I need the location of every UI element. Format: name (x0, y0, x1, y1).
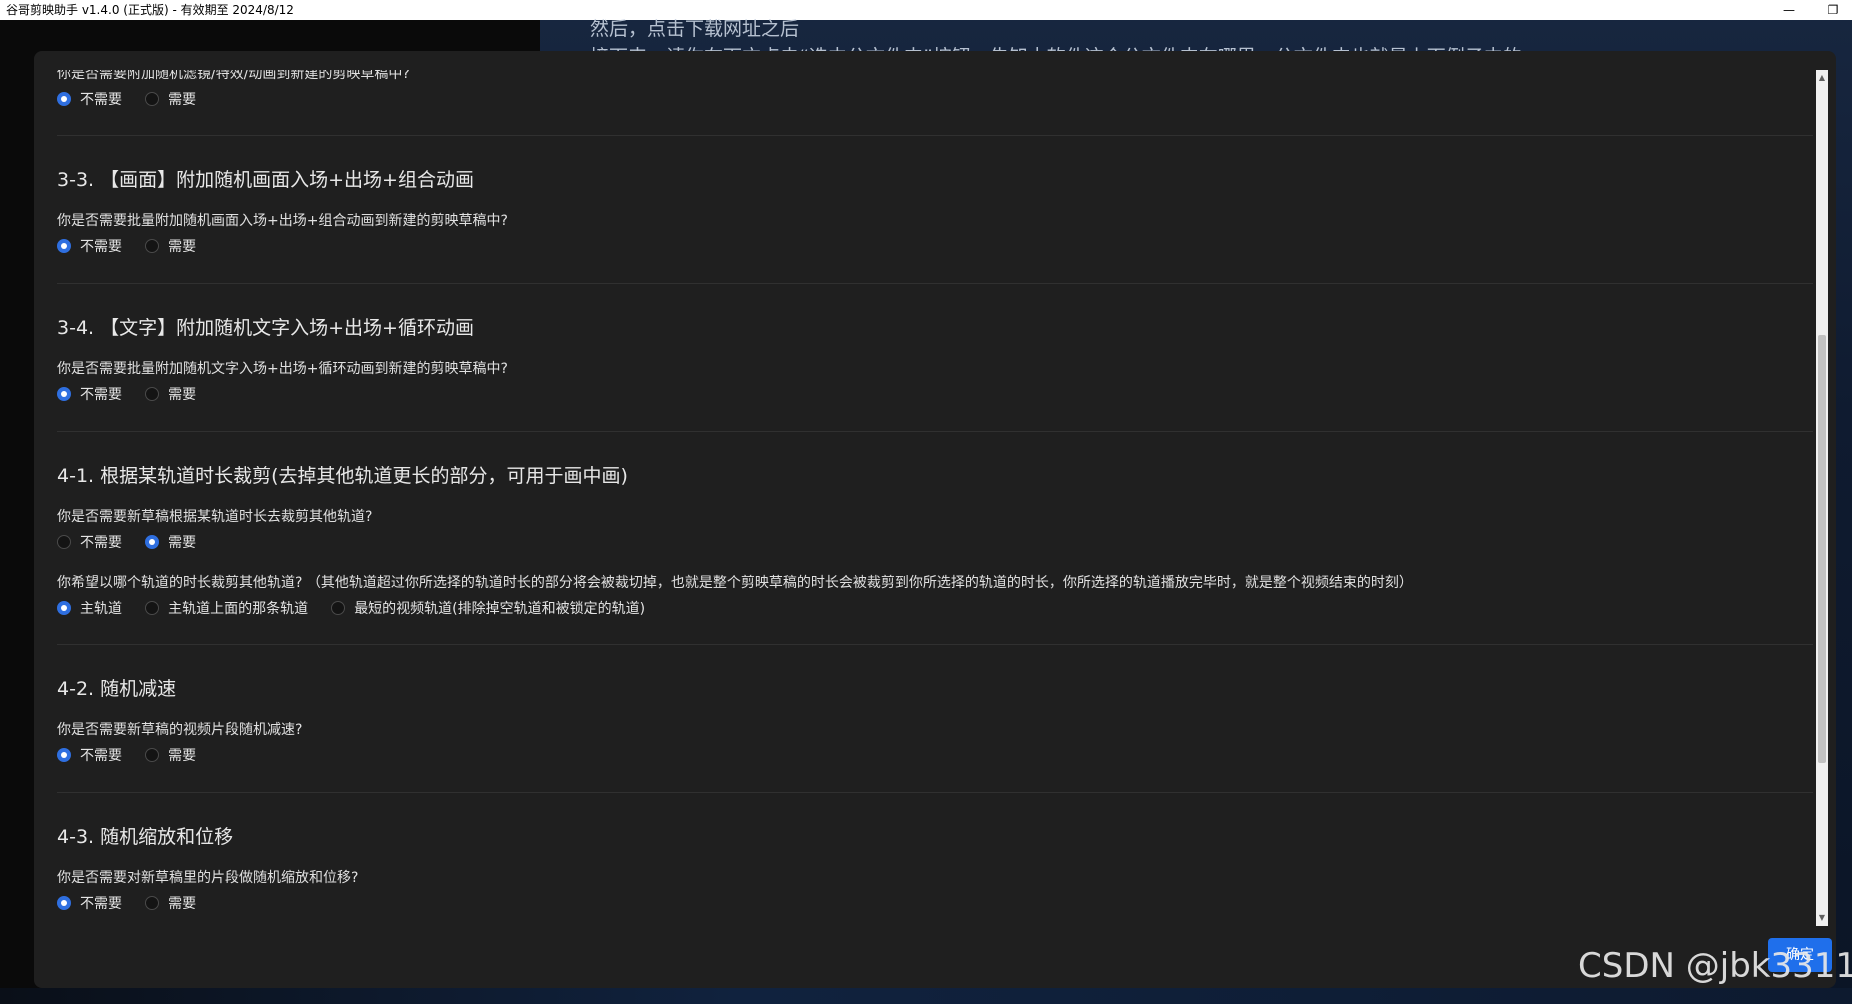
scroll-up-arrow-icon[interactable]: ▲ (1816, 70, 1828, 86)
question-partial: 你是否需要附加随机滤镜/特效/动画到新建的剪映草稿中? (57, 66, 410, 82)
radio-option[interactable]: 需要 (145, 384, 196, 404)
restore-icon[interactable]: ❐ (1818, 0, 1848, 20)
section-title-4-3: 4-3. 随机缩放和位移 (57, 826, 234, 848)
section-title-4-2: 4-2. 随机减速 (57, 678, 177, 700)
radio-button-icon (57, 601, 71, 615)
radio-option[interactable]: 不需要 (57, 893, 122, 913)
section-divider (57, 644, 1813, 645)
radio-group-3-4: 不需要 需要 (57, 384, 214, 404)
radio-option[interactable]: 主轨道 (57, 598, 122, 618)
radio-group-4-3: 不需要 需要 (57, 893, 214, 913)
section-divider (57, 431, 1813, 432)
section-title-3-4: 3-4. 【文字】附加随机文字入场+出场+循环动画 (57, 317, 474, 339)
radio-button-icon (145, 896, 160, 910)
radio-option[interactable]: 需要 (145, 893, 196, 913)
radio-option[interactable]: 需要 (145, 532, 196, 552)
radio-group-partial: 不需要 需要 (57, 89, 214, 109)
radio-option[interactable]: 需要 (145, 745, 196, 765)
dialog-scrollbar[interactable]: ▲ ▼ (1816, 70, 1828, 926)
radio-button-icon (57, 896, 71, 910)
radio-group-4-1-track: 主轨道 主轨道上面的那条轨道 最短的视频轨道(排除掉空轨道和被锁定的轨道) (57, 598, 663, 618)
radio-button-icon (145, 239, 160, 253)
radio-button-icon (57, 387, 71, 401)
settings-dialog: 你是否需要附加随机滤镜/特效/动画到新建的剪映草稿中? 不需要 需要 3-3. … (34, 51, 1836, 988)
background-text-line1: 然后，点击下载网址之后 (590, 18, 800, 40)
radio-group-3-3: 不需要 需要 (57, 236, 214, 256)
question-3-3: 你是否需要批量附加随机画面入场+出场+组合动画到新建的剪映草稿中? (57, 213, 508, 229)
radio-button-icon (57, 748, 71, 762)
radio-option[interactable]: 需要 (145, 89, 196, 109)
scroll-down-arrow-icon[interactable]: ▼ (1816, 910, 1828, 926)
radio-button-icon (57, 239, 71, 253)
radio-button-icon (145, 601, 160, 615)
question-3-4: 你是否需要批量附加随机文字入场+出场+循环动画到新建的剪映草稿中? (57, 361, 508, 377)
radio-button-icon (145, 387, 160, 401)
radio-option[interactable]: 不需要 (57, 384, 122, 404)
question-4-1: 你是否需要新草稿根据某轨道时长去裁剪其他轨道? (57, 509, 373, 525)
question-4-3: 你是否需要对新草稿里的片段做随机缩放和位移? (57, 870, 359, 886)
radio-button-icon (57, 92, 71, 106)
taskbar-strip (0, 988, 1852, 1004)
radio-option[interactable]: 不需要 (57, 532, 122, 552)
radio-option[interactable]: 不需要 (57, 745, 122, 765)
section-divider (57, 283, 1813, 284)
radio-button-icon (331, 601, 346, 615)
question-4-2: 你是否需要新草稿的视频片段随机减速? (57, 722, 303, 738)
radio-button-icon (145, 535, 160, 549)
radio-option[interactable]: 需要 (145, 236, 196, 256)
window-titlebar: 谷哥剪映助手 v1.4.0 (正式版) - 有效期至 2024/8/12 — ❐ (0, 0, 1852, 20)
minimize-icon[interactable]: — (1774, 0, 1804, 20)
section-title-3-3: 3-3. 【画面】附加随机画面入场+出场+组合动画 (57, 169, 474, 191)
section-divider (57, 792, 1813, 793)
section-title-4-1: 4-1. 根据某轨道时长裁剪(去掉其他轨道更长的部分，可用于画中画) (57, 465, 628, 487)
scrollbar-thumb[interactable] (1818, 335, 1826, 763)
radio-group-4-1: 不需要 需要 (57, 532, 214, 552)
radio-option[interactable]: 主轨道上面的那条轨道 (145, 598, 308, 618)
window-title: 谷哥剪映助手 v1.4.0 (正式版) - 有效期至 2024/8/12 (6, 3, 294, 17)
radio-group-4-2: 不需要 需要 (57, 745, 214, 765)
watermark: CSDN @jbk3311 (1578, 946, 1852, 986)
question-4-1-track: 你希望以哪个轨道的时长裁剪其他轨道? （其他轨道超过你所选择的轨道时长的部分将会… (57, 575, 1413, 591)
section-divider (57, 135, 1813, 136)
radio-option[interactable]: 不需要 (57, 89, 122, 109)
radio-button-icon (145, 92, 160, 106)
radio-button-icon (57, 535, 71, 549)
radio-button-icon (145, 748, 160, 762)
radio-option[interactable]: 不需要 (57, 236, 122, 256)
dialog-content: 你是否需要附加随机滤镜/特效/动画到新建的剪映草稿中? 不需要 需要 3-3. … (57, 51, 1813, 988)
radio-option[interactable]: 最短的视频轨道(排除掉空轨道和被锁定的轨道) (331, 598, 645, 618)
